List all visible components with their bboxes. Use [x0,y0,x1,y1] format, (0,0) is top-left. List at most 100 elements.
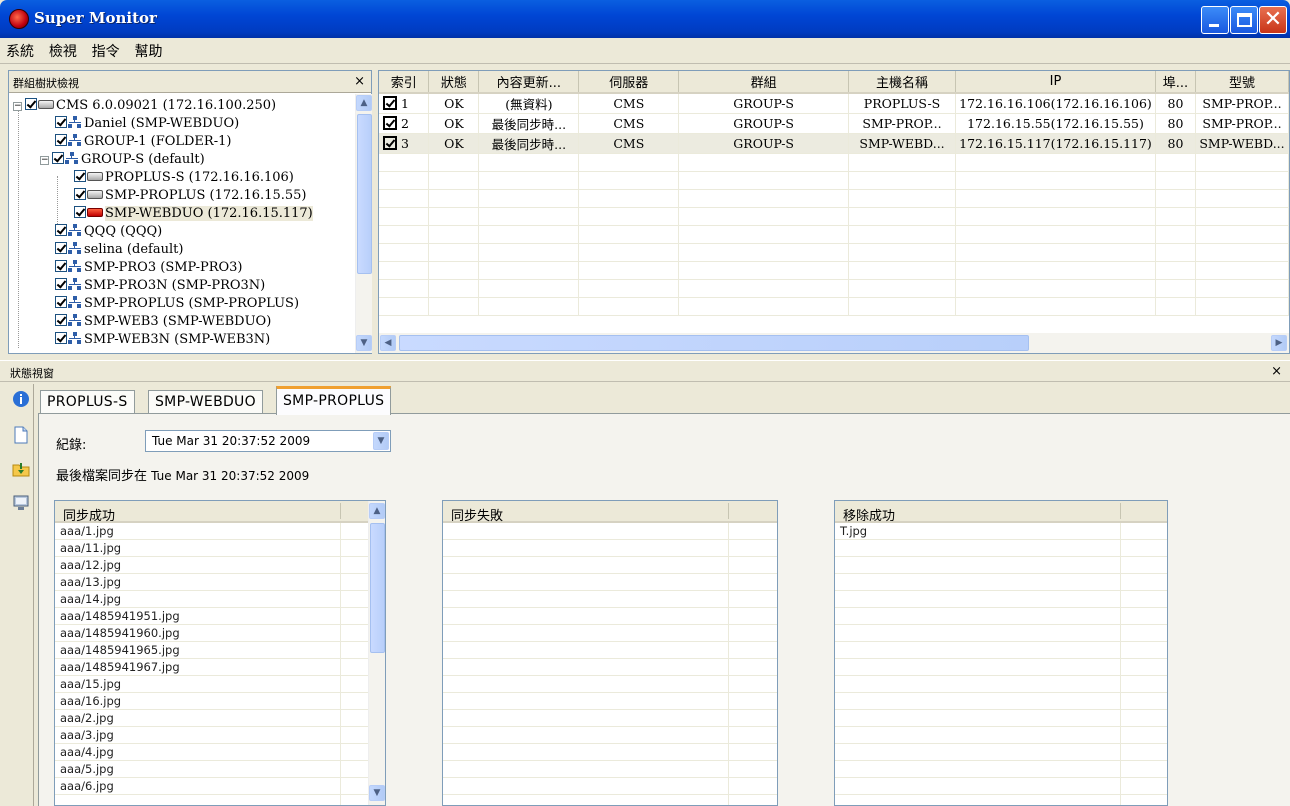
tree-node-group[interactable]: selina (default) [55,242,183,259]
scroll-down-icon[interactable]: ▼ [356,335,372,351]
tree-node-group[interactable]: SMP-WEB3N (SMP-WEB3N) [55,332,270,349]
list-item[interactable]: aaa/3.jpg [55,727,368,744]
scroll-left-icon[interactable]: ◀ [380,335,396,351]
scroll-down-icon[interactable]: ▼ [369,785,385,801]
list-item[interactable]: aaa/15.jpg [55,676,368,693]
list-header[interactable]: 同步成功 [55,501,385,524]
list-item[interactable]: aaa/12.jpg [55,557,368,574]
table-row[interactable]: 2 OK 最後同步時... CMS GROUP-S SMP-PROP... 17… [379,113,1290,134]
tree-node-group[interactable]: Daniel (SMP-WEBDUO) [55,116,239,133]
list-item[interactable]: aaa/2.jpg [55,710,368,727]
restore-button[interactable] [1230,6,1258,34]
list-item[interactable]: T.jpg [835,523,1167,540]
info-icon[interactable] [12,390,30,408]
checkbox-icon[interactable] [55,134,67,146]
tree-node-device-selected[interactable]: SMP-WEBDUO (172.16.15.117) [74,206,313,223]
index-cell[interactable]: 1 [379,93,430,114]
list-item[interactable]: aaa/1.jpg [55,523,368,540]
document-icon[interactable] [12,426,30,444]
table-row-selected[interactable]: 3 OK 最後同步時... CMS GROUP-S SMP-WEBD... 17… [379,133,1290,154]
status-window-close-icon[interactable]: × [1271,364,1282,379]
checkbox-icon[interactable] [74,188,86,200]
list-header[interactable]: 同步失敗 [443,501,777,524]
menu-help[interactable]: 幫助 [128,38,167,61]
ip-cell: 172.16.16.106(172.16.16.106) [955,93,1156,114]
column-header[interactable]: 型號 [1195,71,1290,94]
column-header[interactable]: IP [955,71,1156,94]
column-header[interactable]: 伺服器 [578,71,680,94]
column-header[interactable]: 狀態 [428,71,480,94]
checkbox-icon[interactable] [55,116,67,128]
monitor-icon[interactable] [12,494,30,512]
tree-node-group[interactable]: SMP-PROPLUS (SMP-PROPLUS) [55,296,299,313]
scroll-thumb[interactable] [357,114,372,274]
list-vertical-scrollbar[interactable]: ▲ ▼ [368,501,385,805]
collapse-icon[interactable]: − [40,156,49,165]
menu-view[interactable]: 檢視 [43,38,82,61]
tree-node-group[interactable]: QQQ (QQQ) [55,224,162,241]
grid-horizontal-scrollbar[interactable]: ◀ ▶ [379,333,1289,353]
tree-node-device[interactable]: PROPLUS-S (172.16.16.106) [74,170,294,187]
checkbox-icon[interactable] [55,242,67,254]
checkbox-icon[interactable] [55,296,67,308]
close-button[interactable]: ✕ [1259,6,1287,34]
scroll-thumb[interactable] [370,523,385,653]
tree-node-group[interactable]: − GROUP-S (default) [40,152,205,169]
tree-panel-close-icon[interactable]: × [354,74,365,89]
tree-vertical-scrollbar[interactable]: ▲ ▼ [355,94,372,353]
checkbox-icon[interactable] [55,332,67,344]
checkbox-icon[interactable] [55,278,67,290]
index-cell[interactable]: 3 [379,133,430,154]
minimize-button[interactable] [1201,6,1229,34]
menu-system[interactable]: 系統 [0,38,39,61]
checkbox-icon[interactable] [55,260,67,272]
checkbox-icon[interactable] [52,152,64,164]
scroll-right-icon[interactable]: ▶ [1271,335,1287,351]
checkbox-icon[interactable] [55,224,67,236]
checkbox-icon[interactable] [383,136,397,150]
list-item[interactable]: aaa/1485941951.jpg [55,608,368,625]
checkbox-icon[interactable] [74,206,86,218]
column-header[interactable]: 索引 [379,71,430,94]
table-row[interactable]: 1 OK (無資料) CMS GROUP-S PROPLUS-S 172.16.… [379,93,1290,114]
tree-node-cms[interactable]: − CMS 6.0.09021 (172.16.100.250) [13,98,276,115]
app-icon[interactable] [9,9,29,29]
checkbox-icon[interactable] [25,98,37,110]
index-cell[interactable]: 2 [379,113,430,134]
folder-sync-icon[interactable] [12,460,30,478]
column-header[interactable]: 群組 [678,71,850,94]
collapse-icon[interactable]: − [13,102,22,111]
record-dropdown[interactable]: Tue Mar 31 20:37:52 2009 ▼ [145,430,391,452]
column-header[interactable]: 埠... [1155,71,1196,94]
tree-node-device[interactable]: SMP-PROPLUS (172.16.15.55) [74,188,306,205]
scroll-thumb[interactable] [399,335,1029,351]
tab-smp-webduo[interactable]: SMP-WEBDUO [148,390,263,414]
list-item[interactable]: aaa/4.jpg [55,744,368,761]
checkbox-icon[interactable] [383,96,397,110]
scroll-up-icon[interactable]: ▲ [356,95,372,111]
menu-command[interactable]: 指令 [86,38,125,61]
list-item[interactable]: aaa/1485941965.jpg [55,642,368,659]
list-item[interactable]: aaa/11.jpg [55,540,368,557]
tree-node-group[interactable]: GROUP-1 (FOLDER-1) [55,134,231,151]
tab-smp-proplus[interactable]: SMP-PROPLUS [276,386,392,415]
tree-node-group[interactable]: SMP-PRO3N (SMP-PRO3N) [55,278,265,295]
list-header[interactable]: 移除成功 [835,501,1167,524]
tree-node-group[interactable]: SMP-WEB3 (SMP-WEBDUO) [55,314,271,331]
tree-node-group[interactable]: SMP-PRO3 (SMP-PRO3) [55,260,243,277]
scroll-up-icon[interactable]: ▲ [369,503,385,519]
column-header[interactable]: 內容更新... [478,71,580,94]
list-item[interactable]: aaa/6.jpg [55,778,368,795]
chevron-down-icon[interactable]: ▼ [373,432,389,450]
tab-proplus-s[interactable]: PROPLUS-S [40,390,135,414]
list-item[interactable]: aaa/16.jpg [55,693,368,710]
list-item[interactable]: aaa/1485941960.jpg [55,625,368,642]
checkbox-icon[interactable] [383,116,397,130]
list-item[interactable]: aaa/13.jpg [55,574,368,591]
list-item[interactable]: aaa/1485941967.jpg [55,659,368,676]
list-item[interactable]: aaa/5.jpg [55,761,368,778]
checkbox-icon[interactable] [74,170,86,182]
column-header[interactable]: 主機名稱 [848,71,956,94]
list-item[interactable]: aaa/14.jpg [55,591,368,608]
checkbox-icon[interactable] [55,314,67,326]
